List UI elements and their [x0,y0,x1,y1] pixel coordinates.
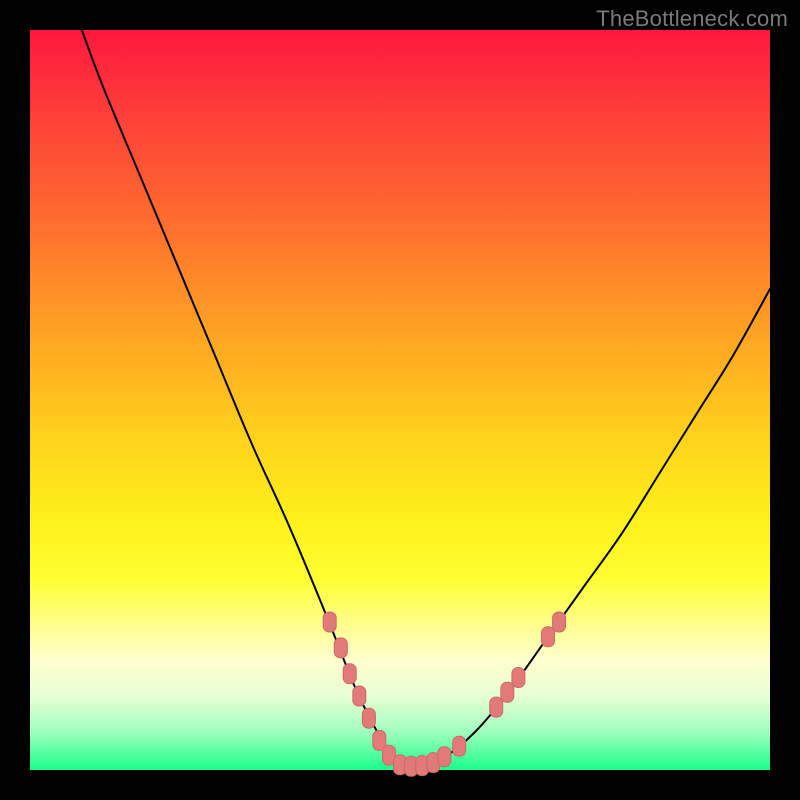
bottleneck-curve-path [82,30,770,767]
curve-marker [501,682,514,702]
curve-marker [323,612,336,632]
curve-marker [438,747,451,767]
curve-marker [353,686,366,706]
curve-marker [334,638,347,658]
chart-frame: TheBottleneck.com [0,0,800,800]
chart-svg [30,30,770,770]
marker-group [323,612,565,776]
plot-area [30,30,770,770]
curve-marker [490,697,503,717]
curve-marker [362,708,375,728]
watermark-text: TheBottleneck.com [596,6,788,32]
curve-marker [553,612,566,632]
curve-marker [542,627,555,647]
curve-marker [343,664,356,684]
curve-marker [512,668,525,688]
curve-marker [453,736,466,756]
